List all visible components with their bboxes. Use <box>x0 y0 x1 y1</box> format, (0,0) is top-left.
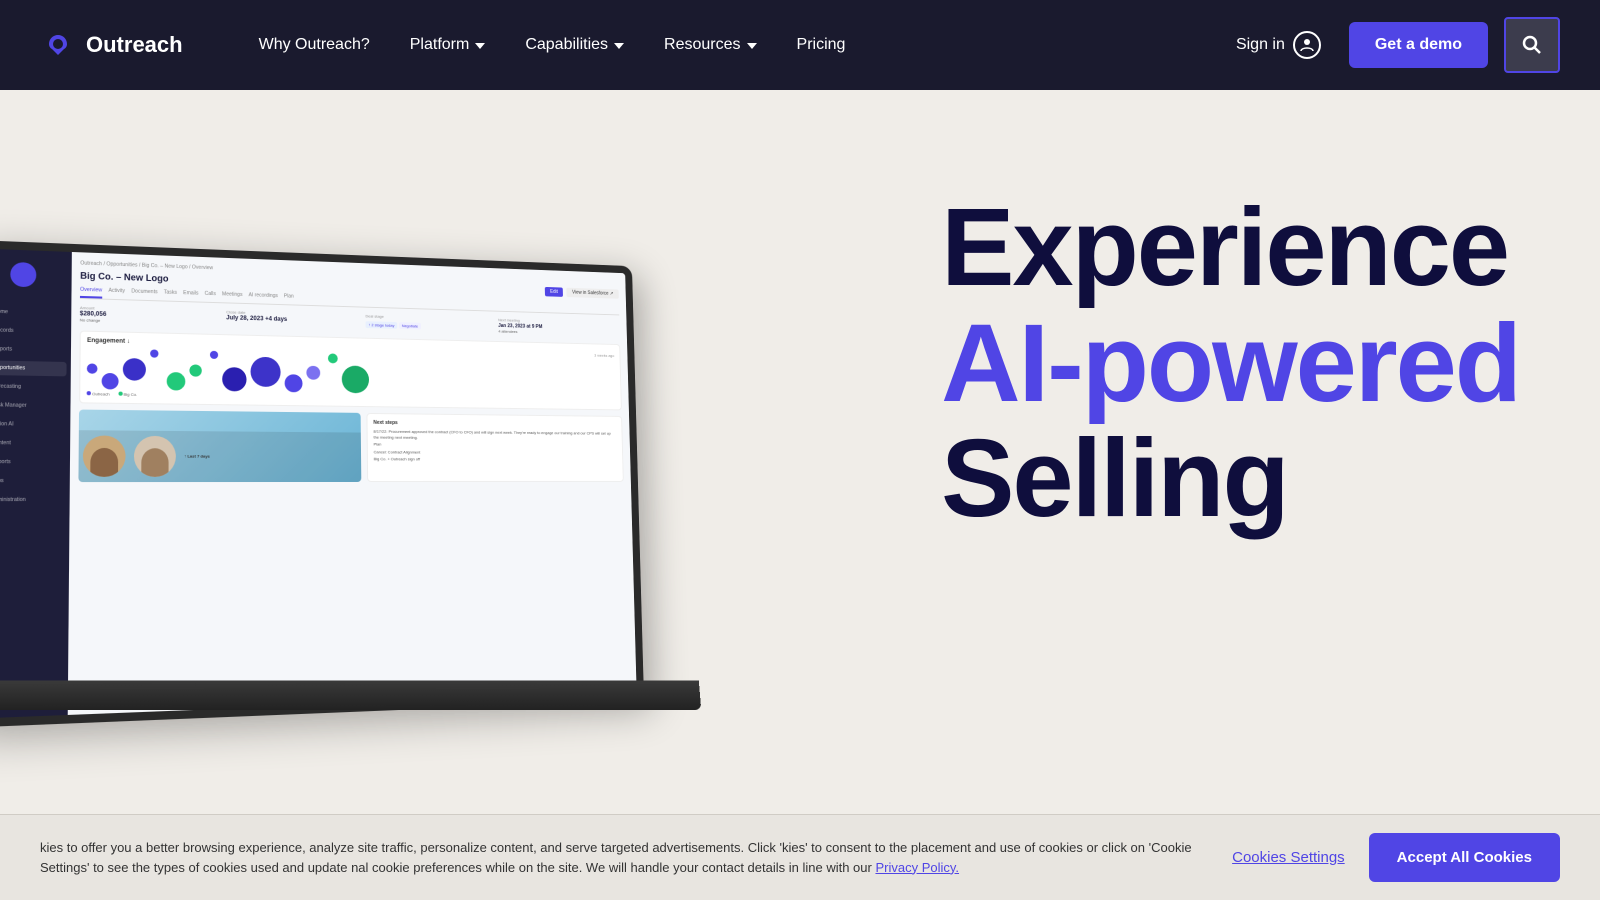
hero-headline: Experience AI-powered Selling <box>941 190 1520 537</box>
tab-meetings: Meetings <box>222 291 242 303</box>
hero-section: Home Records Reports Opportunities Forec… <box>0 90 1600 900</box>
tab-emails: Emails <box>183 290 198 301</box>
nav-links: Why Outreach? Platform Capabilities Reso… <box>243 28 1224 62</box>
platform-chevron-icon <box>475 43 485 49</box>
resources-chevron-icon <box>747 43 757 49</box>
sidebar-reports: Reports <box>0 341 67 357</box>
hero-headline-block: Experience AI-powered Selling <box>941 190 1520 537</box>
nav-capabilities[interactable]: Capabilities <box>509 28 640 62</box>
sidebar-admin: Administration <box>0 493 65 508</box>
capabilities-chevron-icon <box>614 43 624 49</box>
detail-close-date: Close date July 28, 2023 +4 days <box>226 309 360 329</box>
accept-all-cookies-button[interactable]: Accept All Cookies <box>1369 833 1560 882</box>
user-icon <box>1293 31 1321 59</box>
sidebar-apps: Apps <box>0 474 66 489</box>
engagement-section: Engagement ↓ 3 weeks ago <box>79 331 622 411</box>
laptop-mockup: Home Records Reports Opportunities Forec… <box>0 150 660 850</box>
nav-pricing[interactable]: Pricing <box>781 28 862 62</box>
detail-deal-stage: Deal stage ↑ 2 stage today Negotiate <box>365 313 492 333</box>
sidebar-content: Content <box>0 436 66 451</box>
app-sidebar: Home Records Reports Opportunities Forec… <box>0 248 72 719</box>
sidebar-reports-2: Reports <box>0 455 66 470</box>
privacy-policy-link[interactable]: Privacy Policy. <box>875 860 959 875</box>
tab-overview: Overview <box>80 287 102 299</box>
sidebar-forecasting: Forecasting <box>0 379 66 395</box>
app-deal-title: Big Co. – New Logo <box>80 271 168 284</box>
nav-resources[interactable]: Resources <box>648 28 772 62</box>
tab-activity: Activity <box>108 288 125 300</box>
meeting-video: ↑ Last 7 days <box>78 410 361 483</box>
headline-line2: AI-powered <box>941 306 1520 422</box>
tab-plan: Plan <box>284 293 294 304</box>
sidebar-task-manager: Task Manager <box>0 398 66 414</box>
sign-in-button[interactable]: Sign in <box>1224 23 1333 67</box>
get-demo-button[interactable]: Get a demo <box>1349 22 1488 68</box>
cookies-settings-button[interactable]: Cookies Settings <box>1232 849 1345 866</box>
nav-right-actions: Sign in Get a demo <box>1224 17 1560 73</box>
engagement-title: Engagement ↓ <box>87 338 130 345</box>
cookie-text: kies to offer you a better browsing expe… <box>40 838 1192 877</box>
sidebar-home: Home <box>0 304 67 321</box>
tab-documents: Documents <box>131 288 157 300</box>
cookie-actions: Cookies Settings Accept All Cookies <box>1232 833 1560 882</box>
app-screenshot: Home Records Reports Opportunities Forec… <box>0 240 644 728</box>
app-logo-icon <box>10 262 36 287</box>
cookie-banner: kies to offer you a better browsing expe… <box>0 814 1600 900</box>
app-main-content: Outreach / Opportunities / Big Co. – New… <box>68 252 637 715</box>
nav-why-outreach[interactable]: Why Outreach? <box>243 28 386 62</box>
nav-platform[interactable]: Platform <box>394 28 502 62</box>
detail-amount: Amount $280,056 No change <box>80 305 220 326</box>
sidebar-action-ai: Action AI <box>0 417 66 432</box>
logo[interactable]: Outreach <box>40 27 183 63</box>
tab-calls: Calls <box>205 291 216 302</box>
tab-ai-recordings: AI recordings <box>249 292 278 304</box>
sidebar-opportunities: Opportunities <box>0 360 67 376</box>
headline-line1: Experience <box>941 190 1520 306</box>
search-button[interactable] <box>1504 17 1560 73</box>
headline-line3: Selling <box>941 421 1520 537</box>
detail-next-meeting: Next meeting Jan 23, 2023 at 9 PM 4 atte… <box>498 317 620 336</box>
sidebar-records: Records <box>0 323 67 340</box>
laptop-base <box>0 680 701 710</box>
bottom-content: ↑ Last 7 days Next steps 8/17/22: Procur… <box>78 410 623 483</box>
logo-text: Outreach <box>86 32 183 58</box>
navigation: Outreach Why Outreach? Platform Capabili… <box>0 0 1600 90</box>
tab-tasks: Tasks <box>164 289 177 300</box>
next-steps-panel: Next steps 8/17/22: Procurement approved… <box>366 413 623 482</box>
cookie-message: kies to offer you a better browsing expe… <box>40 840 1192 875</box>
